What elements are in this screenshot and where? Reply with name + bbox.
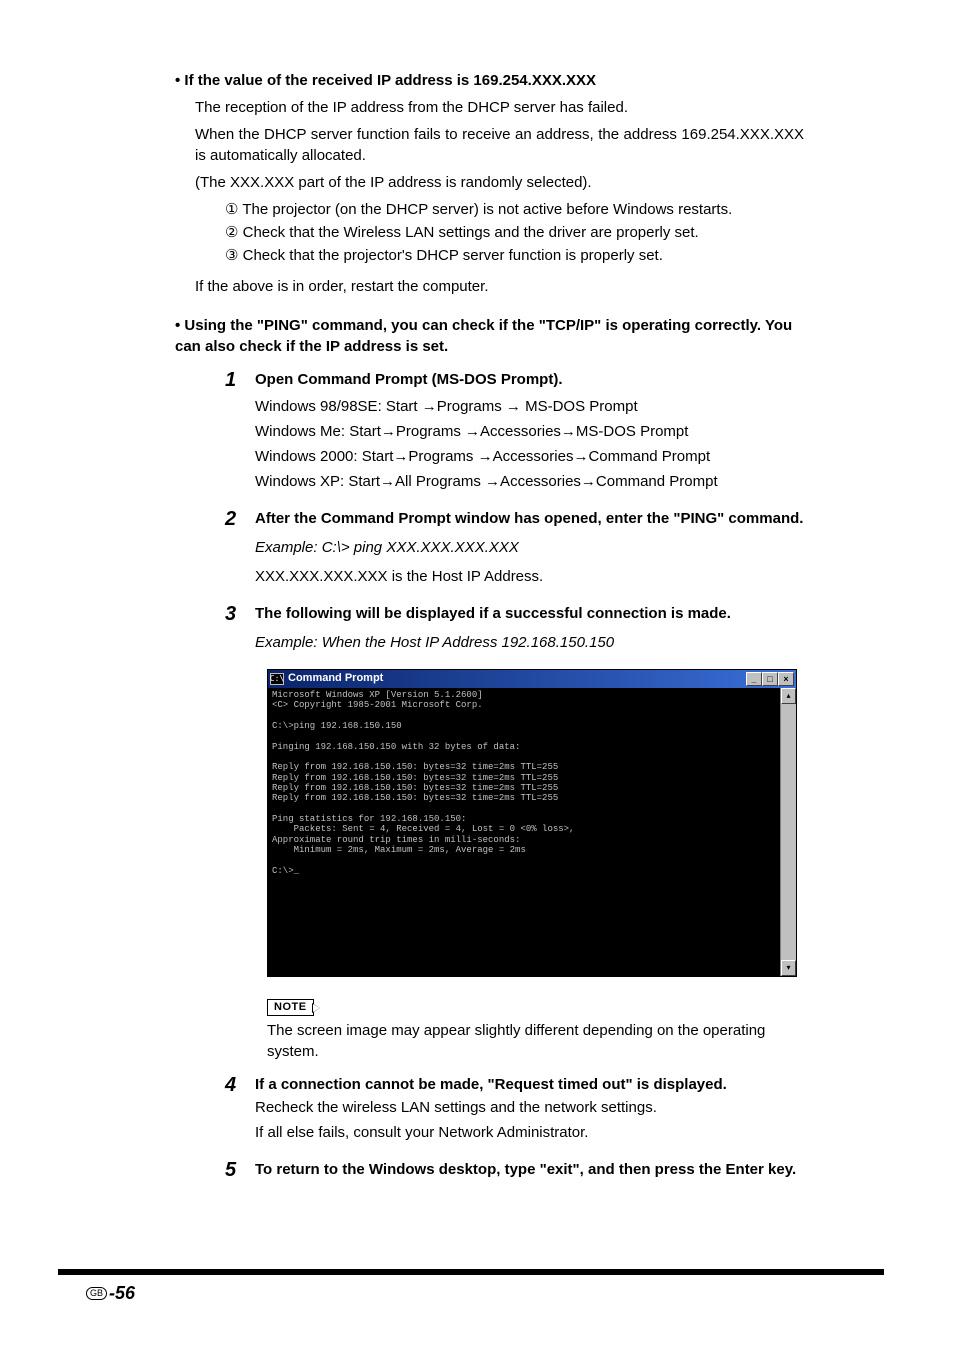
command-prompt-window: C:\ Command Prompt _ □ × Microsoft Windo… xyxy=(267,669,797,977)
page-number: GB -56 xyxy=(86,1281,954,1306)
step-example: Example: C:\> ping XXX.XXX.XXX.XXX xyxy=(255,537,804,558)
check-item: ② Check that the Wireless LAN settings a… xyxy=(225,222,804,243)
step-2: 2 After the Command Prompt window has op… xyxy=(225,508,804,591)
page-footer: GB -56 xyxy=(0,1269,954,1306)
step-title: The following will be displayed if a suc… xyxy=(255,603,804,624)
check-item: ① The projector (on the DHCP server) is … xyxy=(225,199,804,220)
step-line: Windows Me: Start→Programs →Accessories→… xyxy=(255,421,804,442)
scroll-up-button[interactable]: ▴ xyxy=(781,688,796,704)
step-5: 5 To return to the Windows desktop, type… xyxy=(225,1159,804,1186)
note-text: The screen image may appear slightly dif… xyxy=(267,1020,804,1062)
step-line: Windows 2000: Start→Programs →Accessorie… xyxy=(255,446,804,467)
check-item: ③ Check that the projector's DHCP server… xyxy=(225,245,804,266)
command-prompt-icon: C:\ xyxy=(270,673,284,685)
step-1: 1 Open Command Prompt (MS-DOS Prompt). W… xyxy=(225,369,804,496)
note-block: NOTE The screen image may appear slightl… xyxy=(267,995,804,1062)
para: When the DHCP server function fails to r… xyxy=(195,124,804,166)
scrollbar[interactable]: ▴ ▾ xyxy=(780,688,796,976)
step-title: After the Command Prompt window has open… xyxy=(255,508,804,529)
step-title: Open Command Prompt (MS-DOS Prompt). xyxy=(255,369,804,390)
step-4: 4 If a connection cannot be made, "Reque… xyxy=(225,1074,804,1147)
step-line: Recheck the wireless LAN settings and th… xyxy=(255,1097,804,1118)
bullet-heading-1: If the value of the received IP address … xyxy=(175,70,804,91)
step-title: To return to the Windows desktop, type "… xyxy=(255,1159,804,1180)
para: The reception of the IP address from the… xyxy=(195,97,804,118)
footer-divider xyxy=(58,1269,884,1275)
maximize-button[interactable]: □ xyxy=(762,672,778,686)
step-number: 1 xyxy=(225,369,243,496)
scroll-down-button[interactable]: ▾ xyxy=(781,960,796,976)
step-line: XXX.XXX.XXX.XXX is the Host IP Address. xyxy=(255,566,804,587)
para: (The XXX.XXX part of the IP address is r… xyxy=(195,172,804,193)
bullet-heading-2: Using the "PING" command, you can check … xyxy=(175,315,804,357)
command-prompt-title: Command Prompt xyxy=(288,671,746,686)
step-title: If a connection cannot be made, "Request… xyxy=(255,1074,804,1095)
minimize-button[interactable]: _ xyxy=(746,672,762,686)
para: If the above is in order, restart the co… xyxy=(195,276,804,297)
step-example: Example: When the Host IP Address 192.16… xyxy=(255,632,804,653)
step-line: Windows 98/98SE: Start →Programs → MS-DO… xyxy=(255,396,804,417)
command-prompt-titlebar: C:\ Command Prompt _ □ × xyxy=(268,670,796,688)
step-number: 5 xyxy=(225,1159,243,1186)
step-3: 3 The following will be displayed if a s… xyxy=(225,603,804,657)
step-number: 3 xyxy=(225,603,243,657)
footer-gb-badge: GB xyxy=(86,1287,107,1300)
step-line: If all else fails, consult your Network … xyxy=(255,1122,804,1143)
close-button[interactable]: × xyxy=(778,672,794,686)
step-number: 2 xyxy=(225,508,243,591)
step-line: Windows XP: Start→All Programs →Accessor… xyxy=(255,471,804,492)
note-label: NOTE xyxy=(267,999,314,1016)
step-number: 4 xyxy=(225,1074,243,1147)
command-prompt-output: Microsoft Windows XP [Version 5.1.2600] … xyxy=(268,688,780,976)
page-content: If the value of the received IP address … xyxy=(0,0,954,1186)
page-number-value: -56 xyxy=(109,1281,135,1306)
